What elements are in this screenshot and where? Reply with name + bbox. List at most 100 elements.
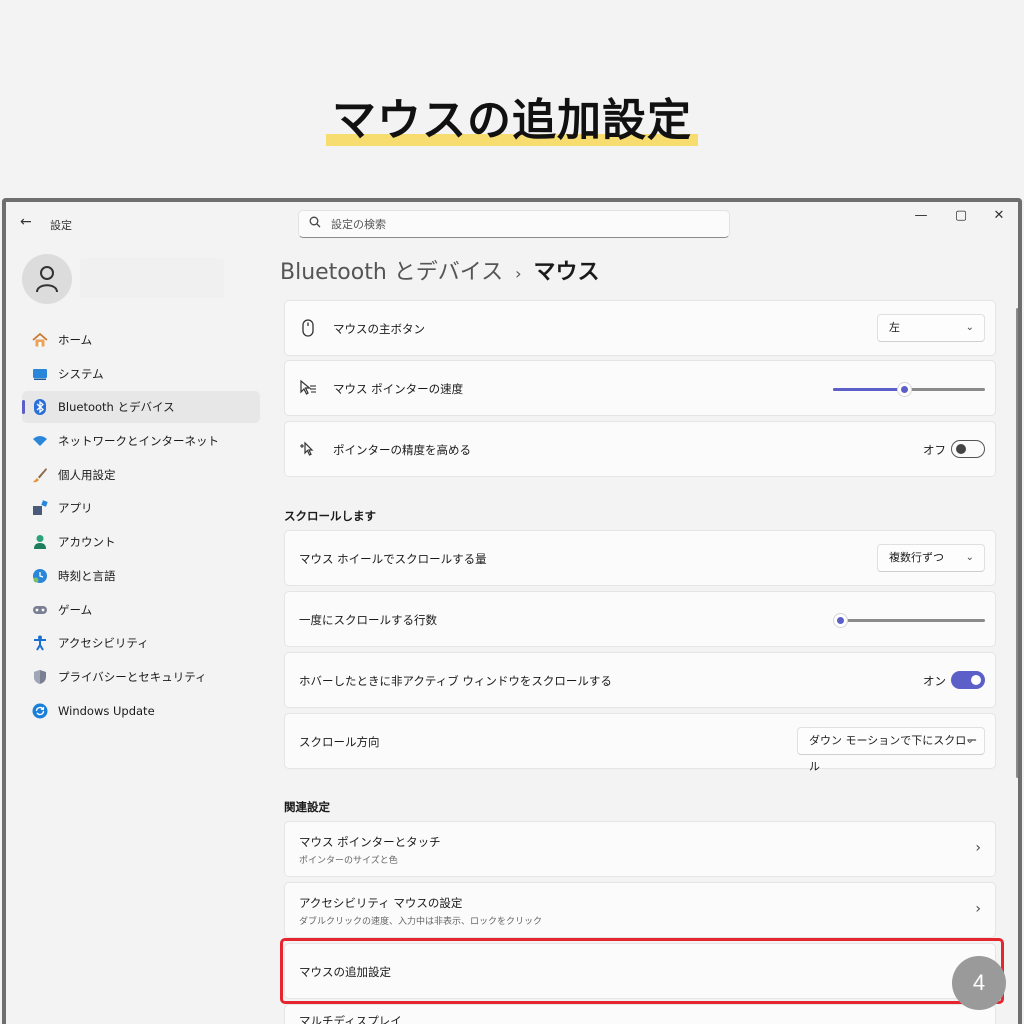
setting-label: アクセシビリティ マウスの設定 [299,896,463,910]
sidebar-item-label: 時刻と言語 [58,568,116,583]
step-badge: 4 [952,956,1006,1010]
toggle-state-text: オン [923,674,946,688]
settings-window: ← 設定 — ▢ ✕ ホーム システム Bluetooth とデバイス [2,198,1022,1024]
setting-sublabel: ポインターのサイズと色 [299,856,398,866]
setting-sublabel: ダブルクリックの速度、入力中は非表示、ロックをクリック [299,917,543,927]
home-icon [32,332,48,347]
title-bar: ← 設定 — ▢ ✕ [6,202,1018,246]
dropdown-value: 左 [889,321,900,334]
primary-button-dropdown[interactable]: 左 ⌄ [877,314,985,342]
setting-pointer-speed: マウス ポインターの速度 [284,360,996,416]
sidebar-item-accounts[interactable]: アカウント [22,526,260,558]
app-title: 設定 [50,219,72,232]
sidebar-item-label: ネットワークとインターネット [58,434,219,449]
sidebar-item-personalization[interactable]: 個人用設定 [22,459,260,491]
sidebar-item-accessibility[interactable]: アクセシビリティ [22,627,260,659]
highlight-box [280,938,1004,1004]
account-icon [34,535,46,550]
sidebar-item-home[interactable]: ホーム [22,324,260,356]
time-language-icon [33,568,47,583]
wheel-scroll-dropdown[interactable]: 複数行ずつ ⌄ [877,544,985,572]
chevron-right-icon: › [975,901,981,917]
sidebar-item-label: プライバシーとセキュリティ [58,669,207,684]
related-multi-display[interactable]: マルチディスプレイ [284,1004,996,1024]
section-heading-scroll: スクロールします [284,509,376,523]
setting-label: マウス ホイールでスクロールする量 [299,552,487,566]
dropdown-value: ダウン モーションで下にスクロール [809,734,978,773]
avatar [22,254,72,304]
setting-label: スクロール方向 [299,735,380,749]
sidebar-item-label: 個人用設定 [58,467,116,482]
brush-icon [33,467,47,482]
setting-inactive-scroll: ホバーしたときに非アクティブ ウィンドウをスクロールする オン [284,652,996,708]
maximize-button[interactable]: ▢ [946,208,976,223]
sidebar-item-label: アクセシビリティ [58,636,149,651]
sidebar-item-network[interactable]: ネットワークとインターネット [22,425,260,457]
chevron-down-icon: ⌄ [965,322,974,333]
search-input[interactable] [331,215,711,233]
breadcrumb-parent[interactable]: Bluetooth とデバイス [280,260,503,285]
related-pointer-touch[interactable]: マウス ポインターとタッチ ポインターのサイズと色 › [284,821,996,877]
chevron-down-icon: ⌄ [965,735,974,746]
inactive-scroll-toggle[interactable] [951,671,985,689]
headline: マウスの追加設定 [0,84,1024,148]
gamepad-icon [33,605,47,614]
slider-thumb[interactable] [897,382,912,397]
accessibility-icon [34,635,46,651]
scrollbar[interactable] [1016,308,1018,778]
sidebar-item-system[interactable]: システム [22,358,260,390]
close-button[interactable]: ✕ [984,208,1014,223]
system-icon [33,368,47,380]
setting-label: ポインターの精度を高める [333,443,471,457]
pointer-speed-icon [300,379,316,395]
scroll-direction-dropdown[interactable]: ダウン モーションで下にスクロール ⌄ [797,727,985,773]
setting-scroll-direction: スクロール方向 ダウン モーションで下にスクロール ⌄ [284,713,996,773]
wifi-icon [33,436,47,447]
setting-label: ホバーしたときに非アクティブ ウィンドウをスクロールする [299,674,612,688]
sidebar-nav: ホーム システム Bluetooth とデバイス ネットワークとインターネット … [22,324,260,728]
lines-per-scroll-slider[interactable] [833,613,985,628]
slider-thumb[interactable] [833,613,848,628]
section-heading-related: 関連設定 [284,800,330,814]
headline-text: マウスの追加設定 [326,84,698,148]
related-accessibility-mouse[interactable]: アクセシビリティ マウスの設定 ダブルクリックの速度、入力中は非表示、ロックをク… [284,882,996,938]
setting-label: マウス ポインターとタッチ [299,835,441,849]
sidebar-item-gaming[interactable]: ゲーム [22,594,260,626]
slider-fill [833,388,904,391]
sidebar-item-label: ホーム [58,333,93,347]
shield-icon [34,669,46,684]
sidebar-item-label: ゲーム [58,602,93,617]
pointer-speed-slider[interactable] [833,382,985,397]
chevron-down-icon: ⌄ [965,552,974,563]
setting-label: 一度にスクロールする行数 [299,613,437,627]
breadcrumb: Bluetooth とデバイス › マウス [280,254,600,286]
sidebar-item-privacy[interactable]: プライバシーとセキュリティ [22,661,260,693]
profile-name-placeholder [80,258,224,298]
minimize-button[interactable]: — [906,208,936,223]
search-box[interactable] [298,210,730,238]
setting-lines-per-scroll: 一度にスクロールする行数 [284,591,996,647]
mouse-icon [302,319,314,337]
breadcrumb-separator: › [515,264,522,283]
dropdown-value: 複数行ずつ [889,551,944,564]
bluetooth-icon [34,399,46,416]
pointer-precision-toggle[interactable] [951,440,985,458]
search-icon [309,216,321,232]
sidebar-item-bluetooth[interactable]: Bluetooth とデバイス [22,391,260,424]
sidebar-item-label: Windows Update [58,703,155,718]
sidebar-item-label: アプリ [58,501,93,516]
setting-pointer-precision: ポインターの精度を高める オフ [284,421,996,477]
back-arrow-icon[interactable]: ← [20,214,32,230]
sidebar-item-time-language[interactable]: 時刻と言語 [22,560,260,592]
setting-wheel-scroll: マウス ホイールでスクロールする量 複数行ずつ ⌄ [284,530,996,586]
apps-icon [33,500,48,516]
pointer-precision-icon [300,441,314,456]
sidebar-item-apps[interactable]: アプリ [22,492,260,524]
sidebar-item-label: Bluetooth とデバイス [58,400,175,415]
sidebar-item-windows-update[interactable]: Windows Update [22,695,260,727]
update-icon [32,703,48,719]
sidebar-item-label: アカウント [58,535,116,550]
setting-label: マウスの主ボタン [333,322,425,336]
sidebar-item-label: システム [58,366,104,381]
toggle-state-text: オフ [923,443,946,457]
